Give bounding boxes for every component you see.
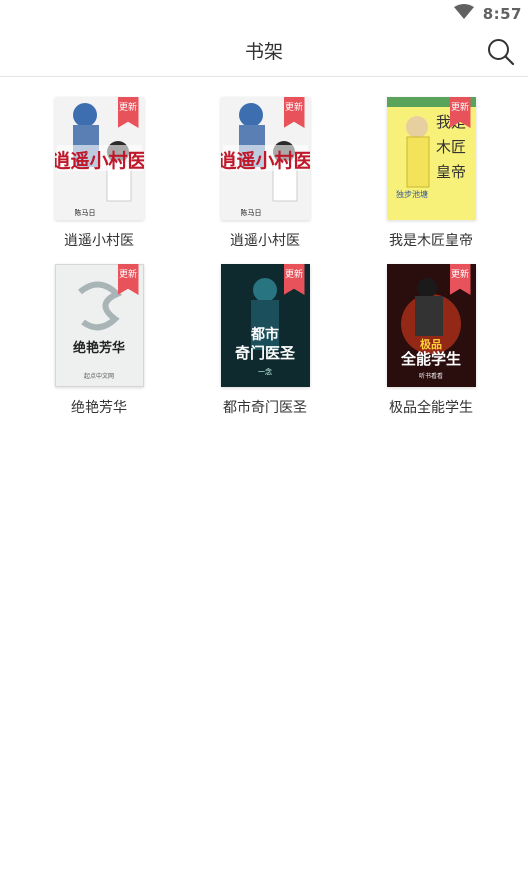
book-title: 我是木匠皇帝 xyxy=(389,233,473,249)
book-item[interactable]: 逍遥小村医 陈马日 更新 逍遥小村医 xyxy=(182,97,348,250)
status-bar: 8:57 xyxy=(0,0,528,28)
book-cover: 我是 木匠 皇帝 独步池塘 更新 xyxy=(386,97,476,220)
book-item[interactable]: 极品 全能学生 听书看看 更新 极品全能学生 xyxy=(348,264,514,417)
svg-text:逍遥小村医: 逍遥小村医 xyxy=(55,149,144,172)
book-item[interactable]: 都市 奇门医圣 一念 更新 都市奇门医圣 xyxy=(182,264,348,417)
book-item[interactable]: 我是 木匠 皇帝 独步池塘 更新 我是木匠皇帝 xyxy=(348,97,514,250)
book-title: 都市奇门医圣 xyxy=(223,400,307,416)
search-icon xyxy=(488,39,515,66)
svg-text:都市: 都市 xyxy=(250,326,279,343)
book-cover: 极品 全能学生 听书看看 更新 xyxy=(386,264,476,387)
app-bar: 书架 xyxy=(0,28,528,77)
svg-text:起点中文网: 起点中文网 xyxy=(83,372,113,380)
svg-text:全能学生: 全能学生 xyxy=(399,350,460,368)
svg-text:绝艳芳华: 绝艳芳华 xyxy=(72,340,124,356)
svg-text:奇门医圣: 奇门医圣 xyxy=(234,344,295,362)
svg-text:陈马日: 陈马日 xyxy=(74,208,95,217)
status-time: 8:57 xyxy=(482,5,522,23)
book-title: 极品全能学生 xyxy=(389,400,473,416)
bookshelf-grid: 逍遥小村医 陈马日 更新 逍遥小村医 逍遥小村医 陈马日 更新 逍遥小村医 木匠… xyxy=(16,97,516,417)
book-cover: 逍遥小村医 陈马日 更新 xyxy=(54,97,144,220)
svg-text:陈马日: 陈马日 xyxy=(240,208,261,217)
book-cover: 逍遥小村医 陈马日 更新 xyxy=(220,97,310,220)
svg-text:逍遥小村医: 逍遥小村医 xyxy=(221,149,310,172)
search-button[interactable] xyxy=(486,37,516,67)
svg-text:一念: 一念 xyxy=(258,367,272,376)
book-cover: 都市 奇门医圣 一念 更新 xyxy=(220,264,310,387)
book-title: 绝艳芳华 xyxy=(71,400,127,416)
book-item[interactable]: 绝艳芳华 起点中文网 更新 绝艳芳华 xyxy=(16,264,182,417)
svg-text:木匠: 木匠 xyxy=(435,138,465,156)
book-title: 逍遥小村医 xyxy=(64,233,134,249)
svg-text:极品: 极品 xyxy=(420,337,442,351)
book-cover: 绝艳芳华 起点中文网 更新 xyxy=(54,264,144,387)
page-title: 书架 xyxy=(244,41,283,63)
wifi-icon xyxy=(453,4,474,24)
svg-text:独步池塘: 独步池塘 xyxy=(396,189,428,199)
svg-text:听书看看: 听书看看 xyxy=(418,372,442,380)
svg-text:皇帝: 皇帝 xyxy=(435,163,465,181)
book-item[interactable]: 逍遥小村医 陈马日 更新 逍遥小村医 xyxy=(16,97,182,250)
book-title: 逍遥小村医 xyxy=(230,233,300,249)
